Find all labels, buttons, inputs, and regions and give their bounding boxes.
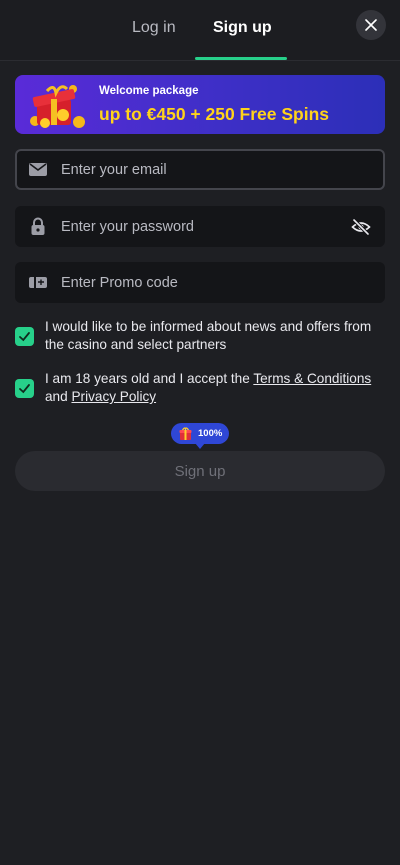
and-word: and xyxy=(45,389,72,404)
signup-submit-button[interactable]: Sign up xyxy=(15,451,385,491)
gift-icon xyxy=(30,85,85,128)
check-icon xyxy=(19,332,30,342)
email-input[interactable] xyxy=(61,149,341,190)
age-consent-prefix: I am 18 years old and I accept the xyxy=(45,371,254,386)
lock-icon xyxy=(31,217,45,235)
banner-headline: up to €450 + 250 Free Spins xyxy=(99,104,330,124)
tab-signup[interactable]: Sign up xyxy=(213,19,272,37)
gift-icon xyxy=(179,427,192,440)
auth-tab-bar: Log in Sign up xyxy=(0,0,400,61)
promo-ticket-icon xyxy=(29,277,47,288)
bonus-badge: 100% xyxy=(171,423,229,449)
promo-field xyxy=(15,262,385,303)
active-tab-indicator xyxy=(195,57,287,60)
close-icon xyxy=(365,19,377,31)
bonus-percent: 100% xyxy=(198,428,223,439)
password-input[interactable] xyxy=(61,206,341,247)
welcome-banner: Welcome package up to €450 + 250 Free Sp… xyxy=(15,75,385,134)
news-consent-text: I would like to be informed about news a… xyxy=(45,319,372,352)
check-icon xyxy=(19,384,30,394)
news-consent-row: I would like to be informed about news a… xyxy=(15,318,385,358)
banner-subtitle: Welcome package xyxy=(99,85,199,97)
promo-input[interactable] xyxy=(61,262,341,303)
age-consent-text: I am 18 years old and I accept the Terms… xyxy=(45,370,375,406)
email-icon xyxy=(29,163,47,176)
terms-link[interactable]: Terms & Conditions xyxy=(253,371,371,386)
age-consent-row: I am 18 years old and I accept the Terms… xyxy=(15,370,385,410)
tab-login[interactable]: Log in xyxy=(132,19,176,37)
email-field xyxy=(15,149,385,190)
password-field xyxy=(15,206,385,247)
age-consent-checkbox[interactable] xyxy=(15,379,34,398)
eye-off-icon[interactable] xyxy=(351,217,371,237)
close-button[interactable] xyxy=(356,10,386,40)
privacy-link[interactable]: Privacy Policy xyxy=(71,389,156,404)
news-consent-checkbox[interactable] xyxy=(15,327,34,346)
